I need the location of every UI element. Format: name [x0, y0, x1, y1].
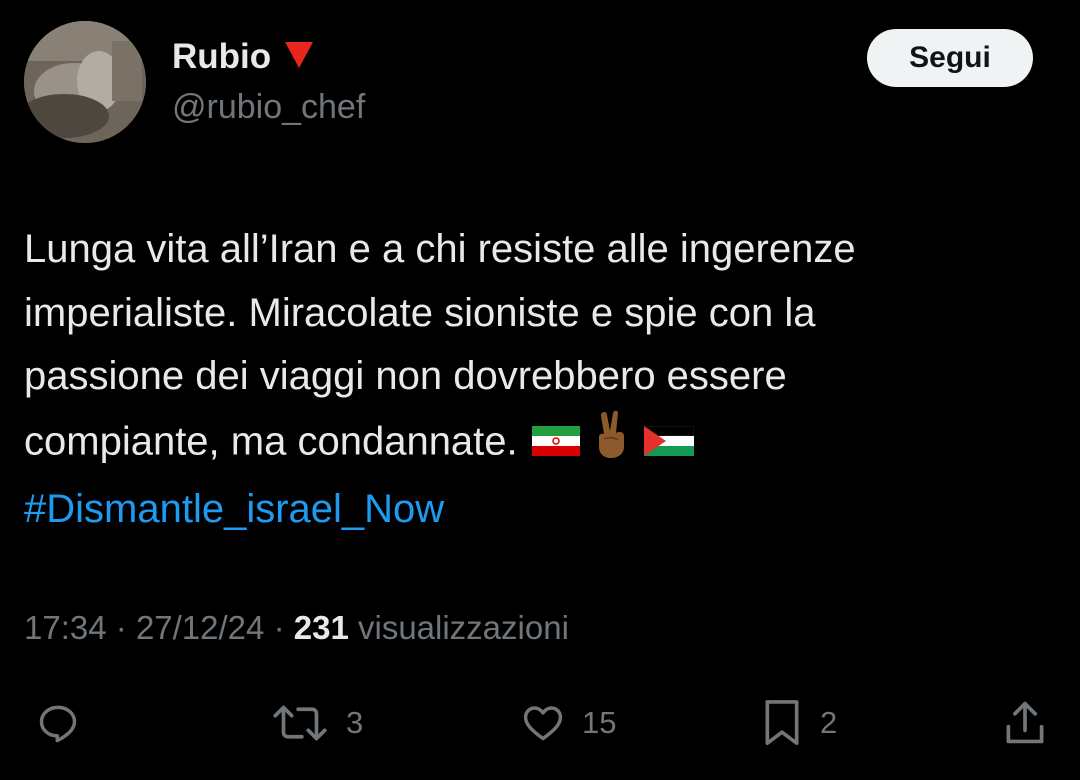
tweet-meta: 17:34 · 27/12/24 · 231 visualizzazioni [24, 606, 569, 650]
reply-button[interactable] [36, 697, 96, 749]
iran-flag-icon [531, 412, 580, 476]
follow-button[interactable]: Segui [867, 29, 1033, 87]
user-handle[interactable]: @rubio_chef [172, 86, 365, 128]
victory-hand-icon [594, 409, 630, 479]
heart-icon [523, 706, 563, 741]
like-count: 15 [582, 705, 617, 740]
like-button[interactable]: 15 [520, 697, 616, 749]
hashtag-link[interactable]: #Dismantle_israel_Now [24, 478, 1054, 542]
retweet-button[interactable]: 3 [270, 697, 363, 749]
tweet-time[interactable]: 17:34 [24, 609, 107, 646]
retweet-count: 3 [346, 705, 364, 740]
tweet-date[interactable]: 27/12/24 [136, 609, 264, 646]
bookmark-button[interactable]: 2 [760, 697, 837, 749]
tweet-line: imperialiste. Miracolate sioniste e spie… [24, 290, 816, 335]
tweet-line: passione dei viaggi non dovrebbero esser… [24, 354, 787, 398]
retweet-icon [273, 705, 327, 741]
tweet-line-text: compiante, ma condannate. [24, 418, 518, 463]
tweet-line-with-emojis: compiante, ma condannate. [24, 409, 1054, 479]
red-down-triangle-icon [285, 42, 314, 68]
tweet-text: Lunga vita all’Iran e a chi resiste alle… [24, 218, 1054, 542]
meta-separator: · [273, 609, 285, 646]
share-icon [1006, 701, 1044, 744]
bookmark-count: 2 [820, 705, 838, 740]
meta-separator: · [115, 609, 127, 646]
display-name-text: Rubio [172, 37, 272, 76]
avatar[interactable] [24, 21, 146, 143]
share-button[interactable] [1002, 697, 1064, 749]
bookmark-icon [765, 700, 799, 746]
palestine-flag-icon [643, 412, 694, 476]
display-name[interactable]: Rubio [172, 36, 314, 78]
views-label: visualizzazioni [357, 609, 569, 646]
avatar-image [24, 21, 146, 143]
views-count: 231 [293, 609, 349, 646]
tweet-line: Lunga vita all’Iran e a chi resiste alle… [24, 227, 856, 271]
reply-icon [39, 705, 77, 743]
